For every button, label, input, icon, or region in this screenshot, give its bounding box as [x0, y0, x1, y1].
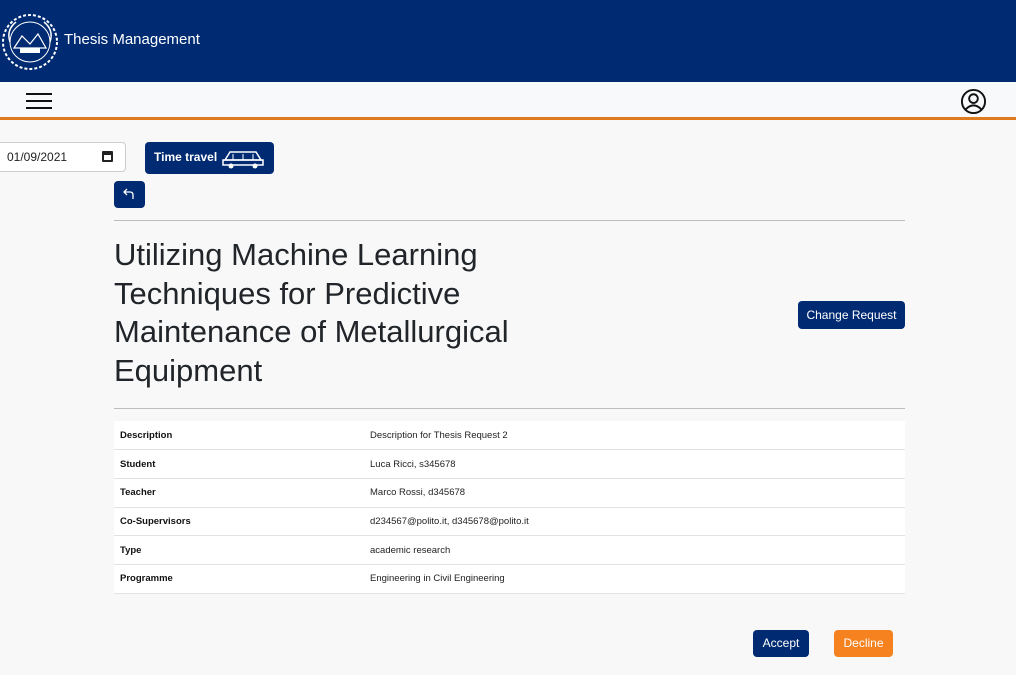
detail-value-type: academic research	[364, 535, 905, 565]
thesis-details-table: Description Description for Thesis Reque…	[114, 421, 905, 594]
detail-key-programme: Programme	[114, 564, 364, 594]
detail-value-teacher: Marco Rossi, d345678	[364, 478, 905, 508]
detail-key-description: Description	[114, 421, 364, 451]
detail-key-co-supervisors: Co-Supervisors	[114, 507, 364, 537]
car-icon	[222, 151, 264, 169]
table-row: Programme Engineering in Civil Engineeri…	[114, 564, 905, 594]
back-arrow-icon	[123, 188, 134, 199]
detail-key-type: Type	[114, 535, 364, 565]
detail-value-programme: Engineering in Civil Engineering	[364, 564, 905, 594]
time-travel-label: Time travel	[154, 150, 218, 164]
time-travel-button[interactable]: Time travel	[145, 142, 274, 174]
decline-button[interactable]: Decline	[834, 630, 893, 657]
date-input-value: 01/09/2021	[7, 150, 68, 164]
accept-button[interactable]: Accept	[753, 630, 809, 657]
detail-key-student: Student	[114, 449, 364, 479]
user-circle-icon[interactable]	[960, 88, 987, 115]
hamburger-menu-icon[interactable]	[26, 93, 52, 109]
table-row: Type academic research	[114, 535, 905, 565]
back-button[interactable]	[114, 181, 145, 208]
table-row: Description Description for Thesis Reque…	[114, 421, 905, 451]
university-logo	[2, 14, 58, 70]
divider-top	[114, 220, 905, 221]
detail-value-student: Luca Ricci, s345678	[364, 449, 905, 479]
table-row: Co-Supervisors d234567@polito.it, d34567…	[114, 507, 905, 537]
detail-value-description: Description for Thesis Request 2	[364, 421, 905, 451]
app-title: Thesis Management	[64, 31, 200, 48]
table-row: Teacher Marco Rossi, d345678	[114, 478, 905, 508]
detail-key-teacher: Teacher	[114, 478, 364, 508]
divider-bottom	[114, 408, 905, 409]
detail-value-co-supervisors: d234567@polito.it, d345678@polito.it	[364, 507, 905, 537]
table-row: Student Luca Ricci, s345678	[114, 449, 905, 479]
top-header: Thesis Management	[0, 0, 1016, 82]
date-input[interactable]: 01/09/2021	[0, 142, 126, 172]
navbar	[0, 82, 1016, 120]
thesis-title: Utilizing Machine Learning Techniques fo…	[114, 237, 509, 388]
calendar-icon[interactable]	[102, 151, 113, 162]
change-request-button[interactable]: Change Request	[798, 301, 905, 329]
